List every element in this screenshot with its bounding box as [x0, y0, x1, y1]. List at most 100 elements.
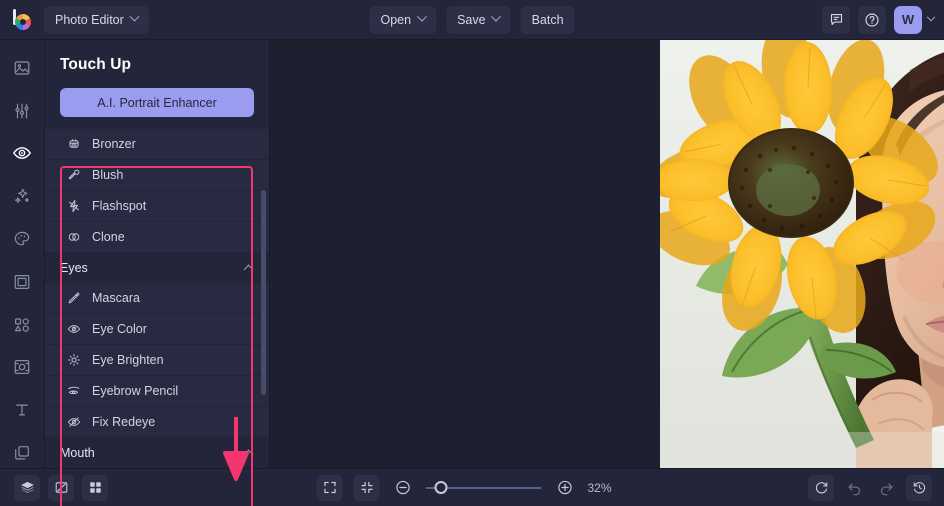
- history-clock-icon: [913, 482, 925, 494]
- chevron-down-icon: [416, 11, 427, 22]
- chevron-down-icon: [491, 11, 502, 22]
- zoom-in-icon: [557, 480, 572, 495]
- redo-button[interactable]: [874, 476, 898, 500]
- tool-label: Clone: [92, 230, 125, 244]
- frame-icon: [14, 274, 30, 289]
- reset-button[interactable]: [808, 474, 834, 501]
- tool-item-eye-color[interactable]: Eye Color: [45, 314, 269, 345]
- flash-bolt-icon: [66, 199, 81, 214]
- chevron-down-icon[interactable]: [926, 12, 936, 21]
- canvas-area[interactable]: [270, 40, 944, 468]
- fit-screen-icon: [323, 481, 336, 494]
- view-tools-group: [14, 474, 108, 501]
- open-button[interactable]: Open: [369, 5, 437, 34]
- app-switcher-label: Photo Editor: [55, 12, 124, 27]
- photo-image: [660, 40, 944, 468]
- sidebar-item-overlay[interactable]: [7, 353, 37, 383]
- sliders-icon: [15, 103, 29, 119]
- sidebar-item-shapes[interactable]: [7, 310, 37, 340]
- app-switcher-button[interactable]: Photo Editor: [44, 5, 149, 34]
- ai-portrait-enhancer-button[interactable]: A.I. Portrait Enhancer: [60, 88, 254, 117]
- tool-item-blush[interactable]: Blush: [45, 160, 269, 191]
- tool-list[interactable]: Bronzer Blush Flashspot Clone Eyes Masca…: [45, 129, 269, 468]
- redo-icon: [880, 483, 893, 496]
- palette-icon: [14, 231, 30, 246]
- bottom-toolbar: 32%: [0, 468, 944, 506]
- tool-item-bronzer[interactable]: Bronzer: [45, 129, 269, 160]
- chat-bubble-icon: [830, 13, 842, 26]
- avatar[interactable]: W: [894, 5, 922, 34]
- history-button[interactable]: [906, 474, 932, 501]
- shrink-button[interactable]: [353, 474, 380, 501]
- collapse-arrows-icon: [360, 481, 373, 494]
- zoom-in-button[interactable]: [553, 476, 577, 500]
- compare-button[interactable]: [48, 474, 74, 501]
- batch-label: Batch: [531, 12, 564, 27]
- fit-screen-button[interactable]: [316, 474, 343, 501]
- color-wheel-logo-icon: [9, 8, 33, 32]
- eyebrow-icon: [66, 384, 81, 399]
- zoom-controls-group: 32%: [316, 474, 628, 501]
- shapes-icon: [14, 317, 29, 332]
- feedback-button[interactable]: [822, 5, 850, 34]
- open-label: Open: [380, 12, 412, 27]
- sidebar-item-adjust[interactable]: [7, 96, 37, 126]
- layers-copy-icon: [15, 446, 29, 460]
- section-header-mouth[interactable]: Mouth: [45, 438, 269, 468]
- bronzer-icon: [66, 137, 81, 152]
- tool-item-eye-brighten[interactable]: Eye Brighten: [45, 345, 269, 376]
- brightness-sun-icon: [66, 353, 81, 368]
- panel-scrollbar[interactable]: [261, 190, 266, 395]
- top-toolbar: Photo Editor Open Save Batch W: [0, 0, 944, 40]
- tool-label: Mascara: [92, 291, 140, 305]
- zoom-slider[interactable]: [425, 481, 542, 495]
- reset-rotate-icon: [815, 482, 827, 494]
- batch-button[interactable]: Batch: [520, 5, 575, 34]
- question-circle-icon: [865, 12, 879, 27]
- help-button[interactable]: [858, 5, 886, 34]
- blush-brush-icon: [66, 168, 81, 183]
- save-label: Save: [457, 12, 486, 27]
- sidebar-item-effects[interactable]: [7, 181, 37, 211]
- zoom-level-value: 32%: [587, 480, 612, 495]
- sidebar-item-color[interactable]: [7, 224, 37, 254]
- grid-view-button[interactable]: [82, 474, 108, 501]
- zoom-out-button[interactable]: [391, 476, 415, 500]
- clone-rings-icon: [66, 230, 81, 245]
- undo-button[interactable]: [842, 476, 866, 500]
- sidebar-item-text[interactable]: [7, 395, 37, 425]
- zoom-slider-thumb[interactable]: [434, 481, 448, 494]
- chevron-up-icon: [243, 264, 254, 275]
- layers-button[interactable]: [14, 474, 40, 501]
- account-actions-group: W: [822, 5, 936, 34]
- eye-icon: [13, 147, 31, 160]
- section-header-eyes[interactable]: Eyes: [45, 253, 269, 283]
- chevron-up-icon: [243, 449, 254, 460]
- tool-label: Eyebrow Pencil: [92, 384, 179, 398]
- tool-item-clone[interactable]: Clone: [45, 222, 269, 253]
- sidebar-item-layers[interactable]: [7, 438, 37, 468]
- layers-icon: [20, 481, 34, 494]
- sidebar-item-image[interactable]: [7, 53, 37, 83]
- tool-item-fix-redeye[interactable]: Fix Redeye: [45, 407, 269, 438]
- eye-color-icon: [66, 322, 81, 337]
- tool-item-mascara[interactable]: Mascara: [45, 283, 269, 314]
- tool-label: Eye Brighten: [92, 353, 164, 367]
- photo-canvas[interactable]: [660, 40, 944, 468]
- sparkles-icon: [14, 188, 30, 204]
- tool-item-eyebrow-pencil[interactable]: Eyebrow Pencil: [45, 376, 269, 407]
- tool-rail: [0, 40, 45, 468]
- touch-up-panel: Touch Up A.I. Portrait Enhancer Bronzer: [45, 40, 270, 468]
- save-button[interactable]: Save: [446, 5, 511, 34]
- tool-item-flashspot[interactable]: Flashspot: [45, 191, 269, 222]
- app-logo[interactable]: [0, 0, 42, 40]
- avatar-initial: W: [901, 12, 915, 27]
- text-icon: [16, 404, 28, 416]
- tool-label: Bronzer: [92, 137, 136, 151]
- grid-view-icon: [89, 482, 101, 493]
- sidebar-item-frame[interactable]: [7, 267, 37, 297]
- zoom-out-icon: [395, 480, 410, 495]
- sidebar-item-retouch[interactable]: [7, 139, 37, 169]
- history-controls-group: [808, 474, 932, 501]
- tool-label: Blush: [92, 168, 124, 182]
